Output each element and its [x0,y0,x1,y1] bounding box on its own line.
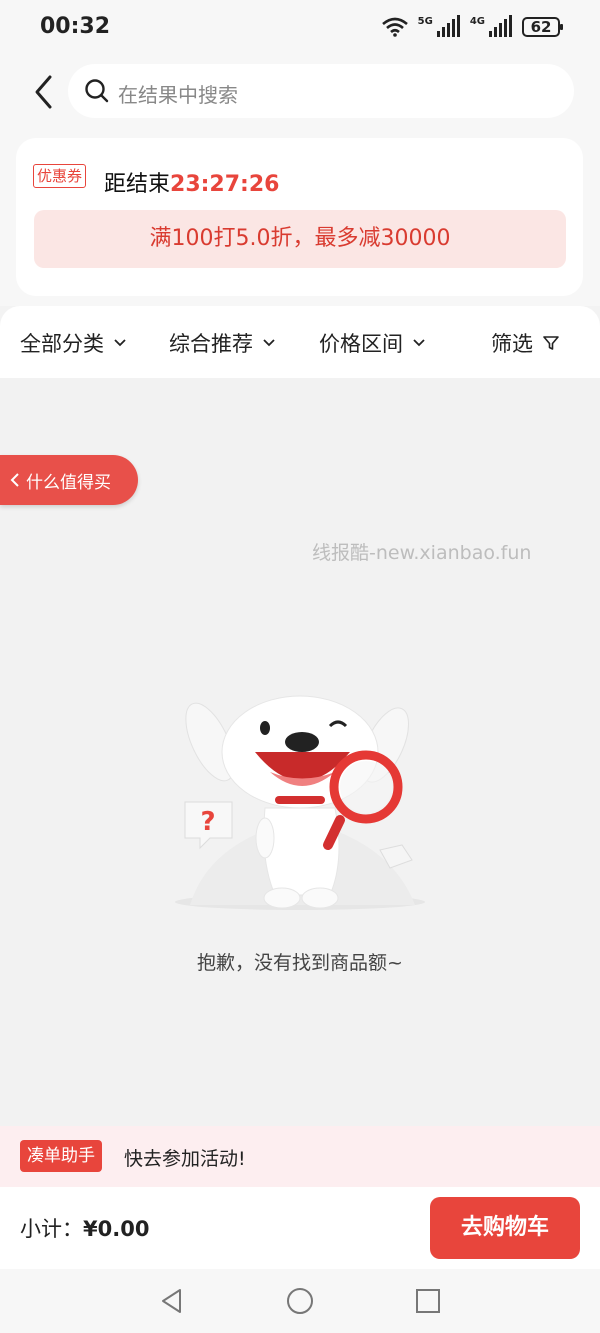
battery-icon: 62 [522,17,563,37]
search-icon [85,79,109,103]
back-arrow-icon[interactable] [30,74,60,110]
signal-icon [436,15,460,37]
filter-screen[interactable]: 筛选 [491,328,559,358]
filter-label: 筛选 [491,332,533,356]
status-time: 00:32 [40,14,111,39]
nav-recents-icon[interactable] [414,1287,442,1315]
subtotal-value: ¥0.00 [83,1217,150,1241]
filter-label: 价格区间 [319,332,403,356]
search-placeholder: 在结果中搜索 [118,83,238,107]
countdown-label: 距结束 [104,172,171,197]
bundle-helper-bar[interactable]: 凑单助手 快去参加活动! [0,1126,600,1187]
system-nav-bar [0,1269,600,1333]
filter-price-range[interactable]: 价格区间 [319,328,425,358]
mascot-illustration: ? [175,695,425,910]
countdown: 距结束23:27:26 [104,166,279,198]
countdown-time: 23:27:26 [170,172,280,197]
filter-bar: 全部分类 综合推荐 价格区间 筛选 [0,306,600,378]
signal-icon-2 [489,15,512,37]
coupon-card: 优惠券 距结束23:27:26 满100打5.0折，最多减30000 [16,138,583,296]
deal-banner[interactable]: 满100打5.0折，最多减30000 [34,210,566,268]
side-tab-label: 什么值得买 [26,472,111,493]
status-bar: 00:32 5G 4G 62 [0,0,600,56]
filter-sort[interactable]: 综合推荐 [169,328,275,358]
chevron-down-icon [114,339,126,347]
wifi-icon [381,17,408,37]
chevron-left-icon [10,473,19,487]
chevron-down-icon [413,339,425,347]
chevron-down-icon [263,339,275,347]
filter-label: 全部分类 [20,332,104,356]
search-input[interactable]: 在结果中搜索 [68,64,574,118]
filter-all-categories[interactable]: 全部分类 [20,328,126,358]
empty-message: 抱歉，没有找到商品额~ [197,952,403,974]
status-icons: 5G 4G 62 [381,15,563,37]
nav-home-icon[interactable] [286,1287,314,1315]
funnel-icon [543,336,559,350]
watermark: 线报酷-new.xianbao.fun [312,542,532,564]
cart-bar: 小计：¥0.00 去购物车 [0,1187,600,1269]
bundle-helper-text: 快去参加活动! [124,1148,246,1170]
subtotal-label: 小计： [20,1217,83,1241]
side-tab-zhide[interactable]: 什么值得买 [0,455,138,505]
svg-text:?: ? [200,807,215,837]
filter-label: 综合推荐 [169,332,253,356]
subtotal: 小计：¥0.00 [20,1213,149,1243]
network-4g-label: 4G [469,16,485,27]
nav-back-icon[interactable] [158,1287,186,1315]
coupon-tag: 优惠券 [33,164,87,188]
go-to-cart-button[interactable]: 去购物车 [430,1197,580,1259]
network-5g-label: 5G [417,16,433,27]
bundle-helper-tag: 凑单助手 [20,1140,102,1172]
